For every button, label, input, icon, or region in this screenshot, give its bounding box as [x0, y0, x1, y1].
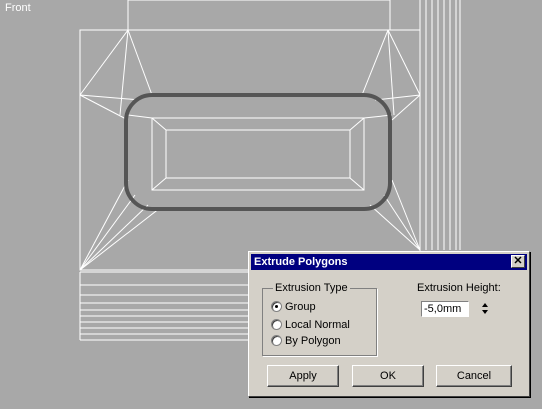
radio-group-indicator[interactable] [271, 301, 282, 312]
radio-group[interactable]: Group [271, 300, 316, 314]
viewport-label: Front [5, 2, 31, 14]
extrusion-height-label: Extrusion Height: [417, 282, 501, 294]
radio-local-normal-label: Local Normal [285, 319, 350, 331]
dialog-title: Extrude Polygons [254, 256, 348, 268]
radio-group-label: Group [285, 301, 316, 313]
extrude-polygons-dialog: Extrude Polygons ✕ Extrusion Type Group … [248, 251, 530, 397]
cancel-button[interactable]: Cancel [436, 365, 512, 387]
radio-local-normal-indicator[interactable] [271, 319, 282, 330]
extrusion-height-input[interactable] [421, 301, 469, 317]
radio-by-polygon-label: By Polygon [285, 335, 341, 347]
radio-by-polygon[interactable]: By Polygon [271, 334, 341, 348]
radio-local-normal[interactable]: Local Normal [271, 318, 350, 332]
spinner-down-icon[interactable] [482, 310, 488, 314]
ok-button[interactable]: OK [352, 365, 424, 387]
extrusion-type-legend: Extrusion Type [273, 282, 350, 294]
close-icon: ✕ [513, 255, 523, 267]
spinner-up-icon[interactable] [482, 303, 488, 307]
radio-by-polygon-indicator[interactable] [271, 335, 282, 346]
extrusion-height-spinner[interactable] [480, 302, 490, 316]
dialog-titlebar[interactable]: Extrude Polygons ✕ [251, 254, 527, 270]
extrusion-type-group: Extrusion Type Group Local Normal By Pol… [262, 282, 377, 356]
apply-button[interactable]: Apply [267, 365, 339, 387]
close-button[interactable]: ✕ [511, 255, 525, 268]
